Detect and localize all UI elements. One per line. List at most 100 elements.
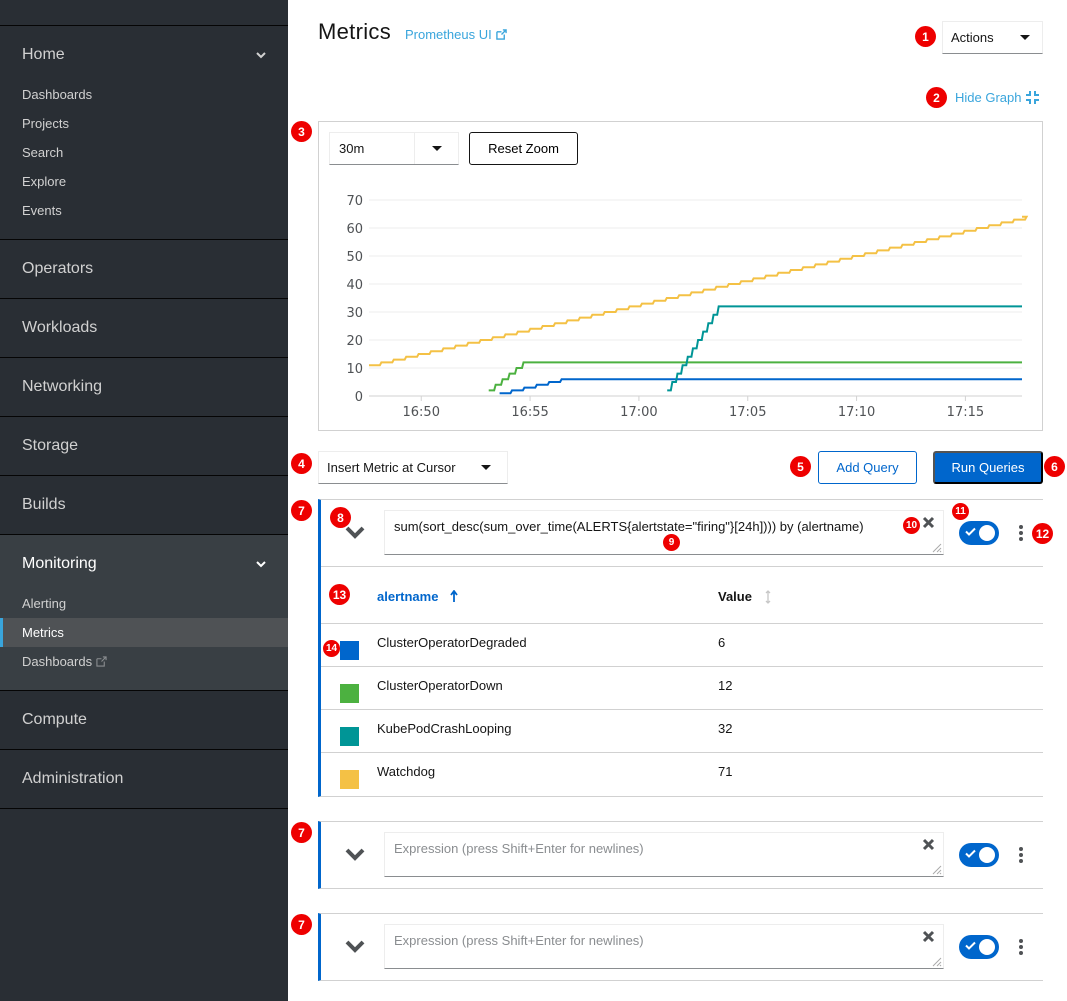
metrics-chart[interactable]: 0 10 20 30 40 50 60 70 16:50 16:55 17:00 17:05 17:10… <box>319 182 1042 430</box>
insert-metric-label: Insert Metric at Cursor <box>327 460 456 475</box>
y-tick-label: 40 <box>346 278 363 293</box>
sort-ascending-icon <box>450 590 459 602</box>
query-results-table: 13 alertname Value 14 ClusterOperatorDeg… <box>321 566 1043 796</box>
annotation-badge: 4 <box>291 453 312 474</box>
nav-header-home[interactable]: Home <box>0 26 288 84</box>
close-icon[interactable] <box>922 516 935 529</box>
resize-handle-icon[interactable] <box>930 863 942 875</box>
nav-item-search[interactable]: Search <box>0 138 288 167</box>
annotation-badge: 11 <box>952 503 969 520</box>
check-icon <box>965 527 976 536</box>
kebab-menu-icon[interactable] <box>1018 525 1024 541</box>
x-tick-label: 17:05 <box>729 405 766 420</box>
y-tick-label: 70 <box>346 194 363 209</box>
nav-item-metrics[interactable]: Metrics <box>0 618 288 647</box>
close-icon[interactable] <box>922 838 935 851</box>
series-color-swatch <box>340 641 359 660</box>
nav-header-compute[interactable]: Compute <box>0 691 288 749</box>
nav-header-administration[interactable]: Administration <box>0 750 288 808</box>
time-span-value[interactable]: 30m <box>330 133 415 164</box>
annotation-badge: 7 <box>291 822 312 843</box>
nav-item-events[interactable]: Events <box>0 196 288 225</box>
alertname-cell: ClusterOperatorDegraded <box>377 635 527 650</box>
nav-section-compute: Compute <box>0 691 288 750</box>
nav-section-storage: Storage <box>0 417 288 476</box>
annotation-badge: 12 <box>1032 523 1053 544</box>
nav-header-label: Home <box>22 46 65 63</box>
kebab-menu-icon[interactable] <box>1018 847 1024 863</box>
query-enable-toggle[interactable] <box>959 521 999 545</box>
reset-zoom-button[interactable]: Reset Zoom <box>469 132 578 165</box>
insert-metric-dropdown[interactable]: Insert Metric at Cursor <box>318 451 508 484</box>
resize-handle-icon[interactable] <box>930 955 942 967</box>
nav-item-projects[interactable]: Projects <box>0 109 288 138</box>
nav-header-workloads[interactable]: Workloads <box>0 299 288 357</box>
x-tick-label: 16:50 <box>403 405 440 420</box>
value-cell: 6 <box>718 635 726 650</box>
value-cell: 71 <box>718 764 733 779</box>
query-expression-input[interactable] <box>384 832 944 877</box>
value-cell: 32 <box>718 721 733 736</box>
check-icon <box>965 941 976 950</box>
nav-header-storage[interactable]: Storage <box>0 417 288 475</box>
toggle-knob <box>979 939 995 955</box>
nav-header-monitoring[interactable]: Monitoring <box>0 535 288 593</box>
column-header-alertname[interactable]: alertname <box>377 589 459 604</box>
query-row <box>321 822 1043 888</box>
column-header-label: Value <box>718 589 752 604</box>
x-tick-label: 17:00 <box>620 405 657 420</box>
nav-section-home: Home Dashboards Projects Search Explore … <box>0 26 288 240</box>
nav-section-operators: Operators <box>0 240 288 299</box>
series-color-swatch <box>340 770 359 789</box>
y-tick-label: 30 <box>346 306 363 321</box>
prometheus-ui-link[interactable]: Prometheus UI <box>405 27 507 42</box>
alertname-cell: Watchdog <box>377 764 436 779</box>
caret-down-icon <box>431 146 442 151</box>
hide-graph-button[interactable]: Hide Graph <box>955 90 1040 105</box>
hide-graph-label: Hide Graph <box>955 90 1022 105</box>
column-header-value[interactable]: Value <box>718 589 772 604</box>
chevron-down-icon[interactable] <box>345 847 365 861</box>
nav-header-operators[interactable]: Operators <box>0 240 288 298</box>
alertname-cell: KubePodCrashLooping <box>377 721 512 736</box>
time-span-select[interactable]: 30m <box>329 132 459 165</box>
sidebar-top <box>0 0 288 26</box>
run-queries-button[interactable]: Run Queries <box>933 451 1043 484</box>
query-expression-input[interactable] <box>384 924 944 969</box>
chevron-down-icon <box>256 52 266 59</box>
annotation-badge: 2 <box>926 87 947 108</box>
add-query-button[interactable]: Add Query <box>818 451 917 484</box>
close-icon[interactable] <box>922 930 935 943</box>
nav-section-administration: Administration <box>0 750 288 809</box>
series-line-kubepodcrashlooping <box>667 305 1022 392</box>
resize-handle-icon[interactable] <box>930 541 942 553</box>
y-tick-label: 50 <box>346 250 363 265</box>
table-row: Watchdog 71 <box>321 753 1043 796</box>
query-enable-toggle[interactable] <box>959 843 999 867</box>
query-panel <box>318 913 1043 981</box>
nav-item-monitoring-dashboards[interactable]: Dashboards <box>0 647 288 676</box>
nav-section-monitoring: Monitoring Alerting Metrics Dashboards <box>0 535 288 691</box>
series-line-clusteroperatordegraded <box>499 378 1022 395</box>
time-span-dropdown-toggle[interactable] <box>415 133 458 164</box>
query-row <box>321 914 1043 980</box>
nav-section-builds: Builds <box>0 476 288 535</box>
x-tick-label: 17:15 <box>947 405 984 420</box>
nav-header-builds[interactable]: Builds <box>0 476 288 534</box>
nav-item-dashboards[interactable]: Dashboards <box>0 80 288 109</box>
table-row: ClusterOperatorDown 12 <box>321 667 1043 710</box>
annotation-badge: 6 <box>1044 456 1065 477</box>
chevron-down-icon[interactable] <box>345 939 365 953</box>
graph-panel: 30m Reset Zoom 0 10 20 30 40 50 60 70 16:50 16:55… <box>318 121 1043 431</box>
kebab-menu-icon[interactable] <box>1018 939 1024 955</box>
nav-item-explore[interactable]: Explore <box>0 167 288 196</box>
query-expression-input[interactable] <box>384 510 944 555</box>
annotation-badge: 10 <box>903 517 920 534</box>
nav-section-networking: Networking <box>0 358 288 417</box>
actions-dropdown[interactable]: Actions <box>942 21 1043 54</box>
nav-header-networking[interactable]: Networking <box>0 358 288 416</box>
chevron-down-icon[interactable] <box>345 525 365 539</box>
query-enable-toggle[interactable] <box>959 935 999 959</box>
nav-item-alerting[interactable]: Alerting <box>0 589 288 618</box>
page-title: Metrics <box>318 19 391 44</box>
